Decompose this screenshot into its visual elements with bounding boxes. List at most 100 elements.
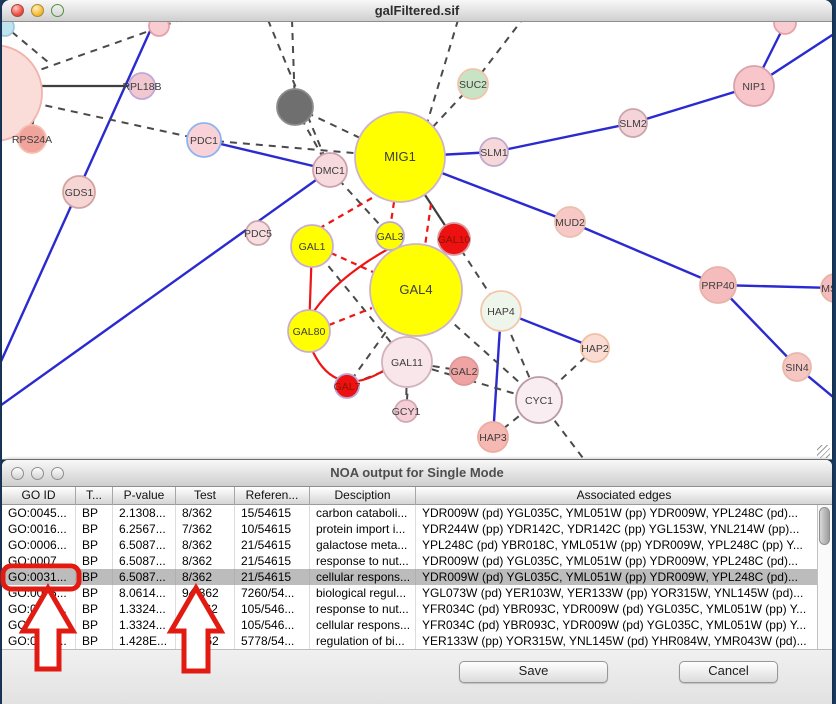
table-cell: cellular respons... [310,617,416,633]
network-canvas[interactable]: RPL18B RPS24A GDS1 PDC1 MIG1 DMC1 SUC2 SLM1 SLM2… [2,22,832,460]
column-header-p-value[interactable]: P-value [113,487,176,505]
table-cell: BP [76,601,113,617]
edge-blue [494,123,633,152]
node-PRP40[interactable]: PRP40 [700,267,736,303]
noa-output-window: NOA output for Single Mode GO IDT...P-va… [2,460,832,704]
node-unlabeled-dark-node[interactable] [277,89,313,125]
noa-window-titlebar[interactable]: NOA output for Single Mode [2,460,832,487]
network-view-window: galFiltered.sif RPL18B RPS24A GDS1 PDC1 MIG1… [2,0,832,460]
node-label: GCY1 [392,406,421,418]
zoom-button[interactable] [51,467,64,480]
table-cell: regulation of bi... [310,633,416,649]
node-HAP3[interactable]: HAP3 [478,422,508,452]
node-PDC5[interactable]: PDC5 [244,221,272,245]
node-label: RPS24A [12,134,52,146]
cancel-button[interactable]: Cancel [679,661,778,683]
node-GAL2[interactable]: GAL2 [450,357,478,385]
table-row[interactable]: GO:0007...BP6.5087...8/36221/54615respon… [2,553,832,569]
table-cell: 21/54615 [235,569,310,585]
table-cell: BP [76,553,113,569]
zoom-button[interactable] [51,4,64,17]
desktop: galFiltered.sif RPL18B RPS24A GDS1 PDC1 MIG1… [0,0,836,704]
table-cell: GO:0016... [2,521,76,537]
table-body: GO:0045...BP2.1308...8/36215/54615carbon… [2,505,832,649]
node-CYC1[interactable]: CYC1 [516,377,562,423]
node-top-right-node[interactable] [774,22,796,34]
table-cell: 21/54615 [235,553,310,569]
node-label: GAL1 [299,241,326,253]
column-header-test[interactable]: Test [176,487,235,505]
save-button[interactable]: Save [459,661,608,683]
resize-grip[interactable] [817,445,830,458]
table-row[interactable]: GO:0031...BP1.3324...11/362105/546...res… [2,601,832,617]
minimize-button[interactable] [31,4,44,17]
node-HAP4[interactable]: HAP4 [481,291,521,331]
table-cell: YDR244W (pp) YDR142C, YDR142C (pp) YGL15… [416,521,832,537]
node-SUC2[interactable]: SUC2 [458,69,488,99]
node-GCY1[interactable]: GCY1 [392,400,421,422]
table-row[interactable]: GO:0031...BP6.5087...8/36221/54615cellul… [2,569,832,585]
edge-blue [2,170,330,408]
column-header-t[interactable]: T... [76,487,113,505]
node-label: SUC2 [459,79,487,91]
node-NIP1[interactable]: NIP1 [734,66,774,106]
table-row[interactable]: GO:0006...BP6.5087...8/36221/54615galact… [2,537,832,553]
table-cell: 1.3324... [113,617,176,633]
node-SLM1[interactable]: SLM1 [480,138,508,166]
node-label: MIG1 [384,149,416,164]
node-SLM2[interactable]: SLM2 [619,109,647,137]
node-DMC1[interactable]: DMC1 [313,153,347,187]
node-label: GAL10 [438,234,471,246]
node-GAL4[interactable]: GAL4 [370,244,462,336]
table-row[interactable]: GO:0050...BP1.428E...80/3625778/54...reg… [2,633,832,649]
column-header-go-id[interactable]: GO ID [2,487,76,505]
table-cell: GO:0007... [2,553,76,569]
table-cell: 8.0614... [113,585,176,601]
node-SIN4[interactable]: SIN4 [783,353,811,381]
node-top-node[interactable] [149,22,169,36]
vertical-scrollbar[interactable] [817,505,832,649]
table-row[interactable]: GO:0065...BP8.0614...94/3627260/54...bio… [2,585,832,601]
table-cell: YDR009W (pd) YGL035C, YML051W (pp) YDR00… [416,505,832,521]
table-row[interactable]: GO:0016...BP6.2567...7/36210/54615protei… [2,521,832,537]
table-row[interactable]: GO:0031...BP1.3324...11/362105/546...cel… [2,617,832,633]
node-GAL11[interactable]: GAL11 [382,337,432,387]
node-GAL7[interactable]: GAL7 [334,374,361,398]
graph-window-titlebar[interactable]: galFiltered.sif [2,0,832,22]
node-GAL3[interactable]: GAL3 [376,222,404,250]
table-cell: BP [76,505,113,521]
table-cell: 10/54615 [235,521,310,537]
table-row[interactable]: GO:0045...BP2.1308...8/36215/54615carbon… [2,505,832,521]
minimize-button[interactable] [31,467,44,480]
node-PDC1[interactable]: PDC1 [187,123,221,157]
table-cell: protein import i... [310,521,416,537]
node-corner-node[interactable] [2,22,14,36]
node-MIG1[interactable]: MIG1 [355,112,445,202]
node-label: GAL7 [334,381,361,393]
node-GAL1[interactable]: GAL1 [291,225,333,267]
node-GAL80[interactable]: GAL80 [288,310,330,352]
edge-red-dashed [391,202,394,222]
scrollbar-thumb[interactable] [819,507,830,545]
graph-window-title: galFiltered.sif [2,0,832,21]
node-GAL10[interactable]: GAL10 [438,223,471,255]
node-MUD2[interactable]: MUD2 [555,207,585,237]
column-header-desciption[interactable]: Desciption [310,487,416,505]
table-cell: YDR009W (pd) YGL035C, YML051W (pp) YDR00… [416,569,832,585]
table-cell: GO:0031... [2,601,76,617]
node-label: RPL18B [122,81,161,93]
node-HAP2[interactable]: HAP2 [581,334,609,362]
column-header-referen[interactable]: Referen... [235,487,310,505]
table-cell: 8/362 [176,537,235,553]
column-header-associated-edges[interactable]: Associated edges [416,487,832,505]
table-cell: BP [76,617,113,633]
close-button[interactable] [11,467,24,480]
node-MSL5[interactable]: MSL5 [821,274,832,302]
close-button[interactable] [11,4,24,17]
edge-blue [204,140,330,170]
table-cell: YGL073W (pd) YER103W, YER133W (pp) YOR31… [416,585,832,601]
node-GDS1[interactable]: GDS1 [63,176,95,208]
node-label: SLM2 [619,118,647,130]
table-cell: 8/362 [176,569,235,585]
node-label: GAL3 [377,231,404,243]
